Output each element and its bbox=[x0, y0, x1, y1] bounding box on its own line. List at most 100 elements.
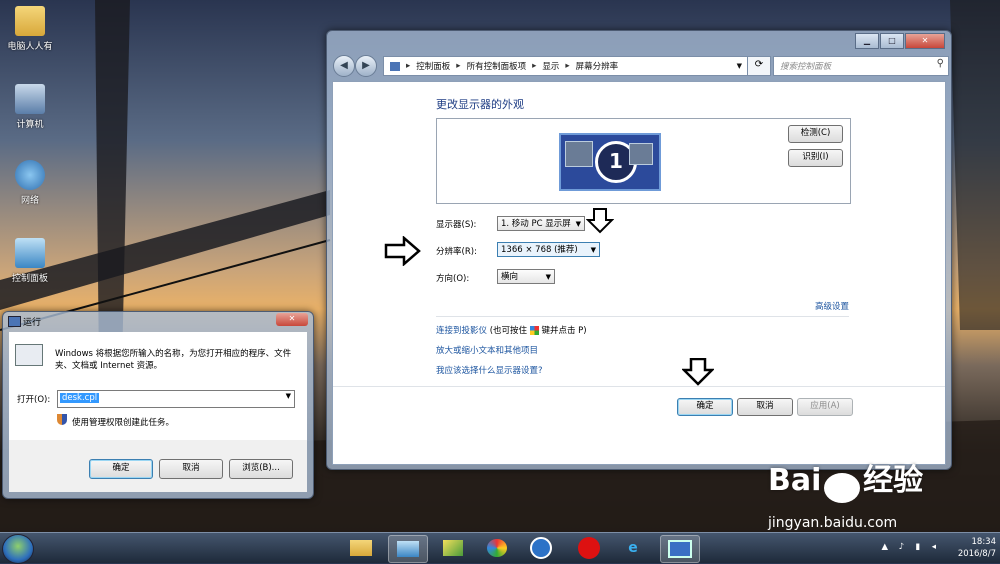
sogou-icon bbox=[530, 537, 552, 559]
desktop-icon-network[interactable]: 网络 bbox=[0, 160, 60, 206]
taskbar-display-icon[interactable] bbox=[660, 535, 700, 563]
ok-button[interactable]: 确定 bbox=[89, 459, 153, 479]
monitor-icon[interactable]: 1 bbox=[559, 133, 661, 191]
clock-time: 18:34 bbox=[971, 537, 997, 547]
breadcrumb-item[interactable]: 控制面板 bbox=[416, 60, 450, 72]
advanced-settings-link[interactable]: 高级设置 bbox=[815, 300, 849, 312]
watermark-url: jingyan.baidu.com bbox=[768, 515, 898, 531]
control-panel-icon bbox=[397, 541, 419, 557]
monitor-preview: 1 检测(C) 识别(I) bbox=[436, 118, 851, 204]
taskbar-folder-icon[interactable] bbox=[342, 535, 380, 561]
baidu-watermark: Bai 经验 jingyan.baidu.com bbox=[768, 455, 924, 531]
open-input-value: desk.cpl bbox=[60, 393, 100, 403]
display-select[interactable]: 1. 移动 PC 显示屏 ▼ bbox=[497, 216, 585, 231]
taskbar: e 18:34 2016/8/7 ▲ ♪ ▮ ◂ bbox=[0, 532, 1000, 564]
clock[interactable]: 18:34 2016/8/7 bbox=[946, 536, 996, 560]
folder-icon bbox=[350, 540, 372, 556]
divider bbox=[436, 316, 849, 317]
start-button[interactable] bbox=[2, 534, 34, 564]
orientation-value: 横向 bbox=[501, 272, 519, 282]
cancel-button[interactable]: 取消 bbox=[737, 398, 793, 416]
connect-projector-link[interactable]: 连接到投影仪 (也可按住 键并点击 P) bbox=[436, 324, 587, 336]
network-tray-icon[interactable]: ▮ bbox=[915, 542, 920, 552]
annotation-arrow-down bbox=[682, 358, 714, 386]
apply-button[interactable]: 应用(A) bbox=[797, 398, 853, 416]
watermark-brand-cn: 经验 bbox=[863, 463, 924, 498]
chevron-right-icon: ▸ bbox=[532, 61, 537, 71]
open-label: 打开(O): bbox=[17, 395, 51, 405]
identify-button[interactable]: 识别(I) bbox=[788, 149, 843, 167]
close-button[interactable]: ✕ bbox=[276, 313, 308, 326]
projector-hint-suffix: 键并点击 P) bbox=[541, 326, 587, 336]
taskbar-ie-icon[interactable]: e bbox=[614, 535, 652, 561]
browse-button[interactable]: 浏览(B)... bbox=[229, 459, 293, 479]
chevron-down-icon[interactable]: ▼ bbox=[286, 392, 291, 400]
breadcrumb-item[interactable]: 所有控制面板项 bbox=[467, 60, 527, 72]
desktop-icon-computer[interactable]: 计算机 bbox=[0, 84, 60, 130]
taskbar-control-panel-icon[interactable] bbox=[388, 535, 428, 563]
window-content: 更改显示器的外观 1 检测(C) 识别(I) 显示器(S): 1. 移动 PC … bbox=[332, 81, 946, 465]
speaker-icon[interactable]: ◂ bbox=[932, 542, 936, 552]
cancel-button[interactable]: 取消 bbox=[159, 459, 223, 479]
run-icon bbox=[8, 316, 21, 327]
taskbar-chess-icon[interactable] bbox=[570, 535, 608, 561]
minimize-button[interactable]: ▁ bbox=[855, 33, 879, 49]
close-button[interactable]: ✕ bbox=[905, 33, 945, 49]
window-caption-buttons: ▁ □ ✕ bbox=[854, 33, 945, 49]
refresh-button[interactable]: ⟳ bbox=[747, 56, 771, 76]
footer-divider bbox=[333, 386, 945, 387]
window-thumb bbox=[629, 143, 653, 165]
taskbar-sogou-icon[interactable] bbox=[522, 535, 560, 561]
search-icon[interactable]: ⚲ bbox=[937, 58, 944, 69]
orientation-label: 方向(O): bbox=[436, 274, 470, 284]
tray-overflow-icon[interactable]: ▲ bbox=[881, 542, 888, 552]
taskbar-paint-icon[interactable] bbox=[478, 535, 516, 561]
resolution-select[interactable]: 1366 × 768 (推荐) ▼ bbox=[497, 242, 600, 257]
navigation-bar: ◀ ▶ ▸ 控制面板 ▸ 所有控制面板项 ▸ 显示 ▸ 屏幕分辨率 ▼ ⟳ 搜索… bbox=[333, 55, 949, 77]
desktop-icon-control-panel[interactable]: 控制面板 bbox=[0, 238, 60, 284]
shield-icon bbox=[57, 414, 67, 425]
taskbar-photo-icon[interactable] bbox=[434, 535, 472, 561]
run-dialog-title: 运行 bbox=[23, 318, 42, 328]
projector-hint-prefix: (也可按住 bbox=[489, 326, 528, 336]
forward-button[interactable]: ▶ bbox=[355, 55, 377, 77]
network-icon bbox=[15, 160, 45, 190]
ok-button[interactable]: 确定 bbox=[677, 398, 733, 416]
back-button[interactable]: ◀ bbox=[333, 55, 355, 77]
search-input[interactable]: 搜索控制面板 ⚲ bbox=[773, 56, 949, 76]
display-value: 1. 移动 PC 显示屏 bbox=[501, 219, 571, 229]
chevron-down-icon[interactable]: ▼ bbox=[737, 62, 742, 70]
desktop-icon-label: 网络 bbox=[20, 196, 39, 206]
orientation-select[interactable]: 横向 ▼ bbox=[497, 269, 555, 284]
resolution-label: 分辨率(R): bbox=[436, 247, 477, 257]
text-size-link[interactable]: 放大或缩小文本和其他项目 bbox=[436, 344, 538, 356]
clock-date: 2016/8/7 bbox=[957, 549, 996, 559]
windows-key-icon bbox=[529, 326, 539, 335]
folder-icon bbox=[15, 6, 45, 36]
chevron-down-icon: ▼ bbox=[590, 246, 596, 254]
annotation-arrow-down bbox=[586, 208, 614, 234]
ie-icon: e bbox=[628, 540, 638, 556]
which-settings-link[interactable]: 我应该选择什么显示器设置? bbox=[436, 364, 543, 376]
desktop-icon-folder[interactable]: 电脑人人有 bbox=[0, 6, 60, 52]
detect-button[interactable]: 检测(C) bbox=[788, 125, 843, 143]
desktop-icon-label: 计算机 bbox=[16, 120, 44, 130]
desktop-icon-label: 控制面板 bbox=[11, 274, 48, 284]
volume-icon[interactable]: ♪ bbox=[899, 542, 904, 552]
chevron-right-icon: ▸ bbox=[565, 61, 570, 71]
run-description: Windows 将根据您所输入的名称，为您打开相应的程序、文件夹、文档或 Int… bbox=[55, 349, 292, 371]
chess-icon bbox=[578, 537, 600, 559]
breadcrumb-item[interactable]: 屏幕分辨率 bbox=[576, 60, 619, 72]
maximize-button[interactable]: □ bbox=[880, 33, 904, 49]
run-dialog-footer: 确定 取消 浏览(B)... bbox=[9, 440, 307, 492]
address-bar[interactable]: ▸ 控制面板 ▸ 所有控制面板项 ▸ 显示 ▸ 屏幕分辨率 ▼ bbox=[383, 56, 767, 76]
breadcrumb-item[interactable]: 显示 bbox=[542, 60, 559, 72]
page-title: 更改显示器的外观 bbox=[436, 98, 524, 111]
paint-icon bbox=[487, 539, 507, 557]
computer-icon bbox=[15, 84, 45, 114]
projector-link-text[interactable]: 连接到投影仪 bbox=[436, 326, 487, 336]
search-placeholder: 搜索控制面板 bbox=[780, 62, 832, 72]
control-panel-icon bbox=[390, 61, 400, 71]
chevron-right-icon: ▸ bbox=[456, 61, 461, 71]
open-input[interactable]: desk.cpl ▼ bbox=[57, 390, 295, 408]
